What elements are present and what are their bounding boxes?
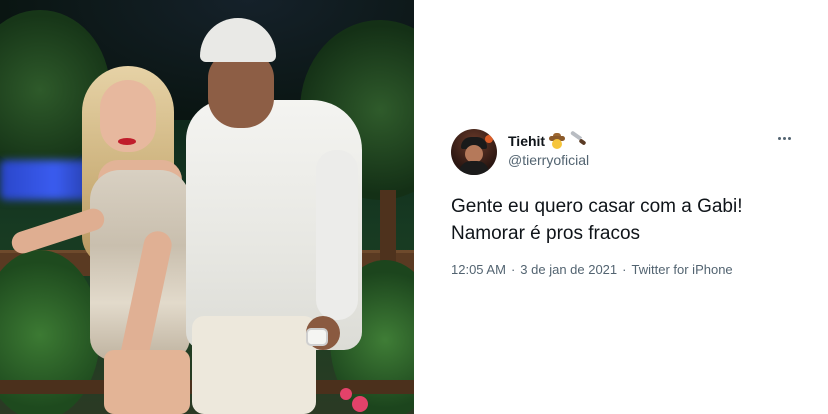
tweet-text-line: Gente eu quero casar com a Gabi! — [451, 196, 743, 217]
avatar-light — [485, 135, 493, 143]
woman-lips — [118, 138, 136, 145]
display-name[interactable]: Tiehit — [508, 133, 545, 149]
tweet-meta: 12:05 AM · 3 de jan de 2021 · Twitter fo… — [451, 262, 733, 277]
separator: · — [510, 262, 516, 277]
separator: · — [622, 262, 627, 277]
man-face — [208, 52, 274, 128]
tweet-card: Tiehit @tierryoficial Gente eu quero cas… — [414, 0, 828, 414]
author-name-row[interactable]: Tiehit — [508, 130, 587, 149]
couple-photo — [0, 0, 414, 414]
watch — [306, 328, 328, 346]
pink-flower — [352, 396, 368, 412]
tweet-date[interactable]: 3 de jan de 2021 — [520, 262, 617, 277]
avatar[interactable] — [451, 129, 497, 175]
tweet-text-line: Namorar é pros fracos — [451, 223, 641, 244]
more-dots-icon[interactable] — [774, 133, 795, 144]
pink-flower — [340, 388, 352, 400]
cowboy-hat-face-icon — [549, 133, 566, 149]
tweet-source[interactable]: Twitter for iPhone — [632, 262, 733, 277]
user-handle[interactable]: @tierryoficial — [508, 152, 589, 168]
man-arm — [316, 150, 358, 320]
woman-legs — [104, 350, 190, 414]
kitchen-knife-icon — [569, 130, 587, 148]
tweet-text: Gente eu quero casar com a Gabi! Namorar… — [451, 193, 801, 247]
avatar-torso — [459, 161, 489, 175]
man-shorts — [192, 316, 316, 414]
tweet-time[interactable]: 12:05 AM — [451, 262, 506, 277]
